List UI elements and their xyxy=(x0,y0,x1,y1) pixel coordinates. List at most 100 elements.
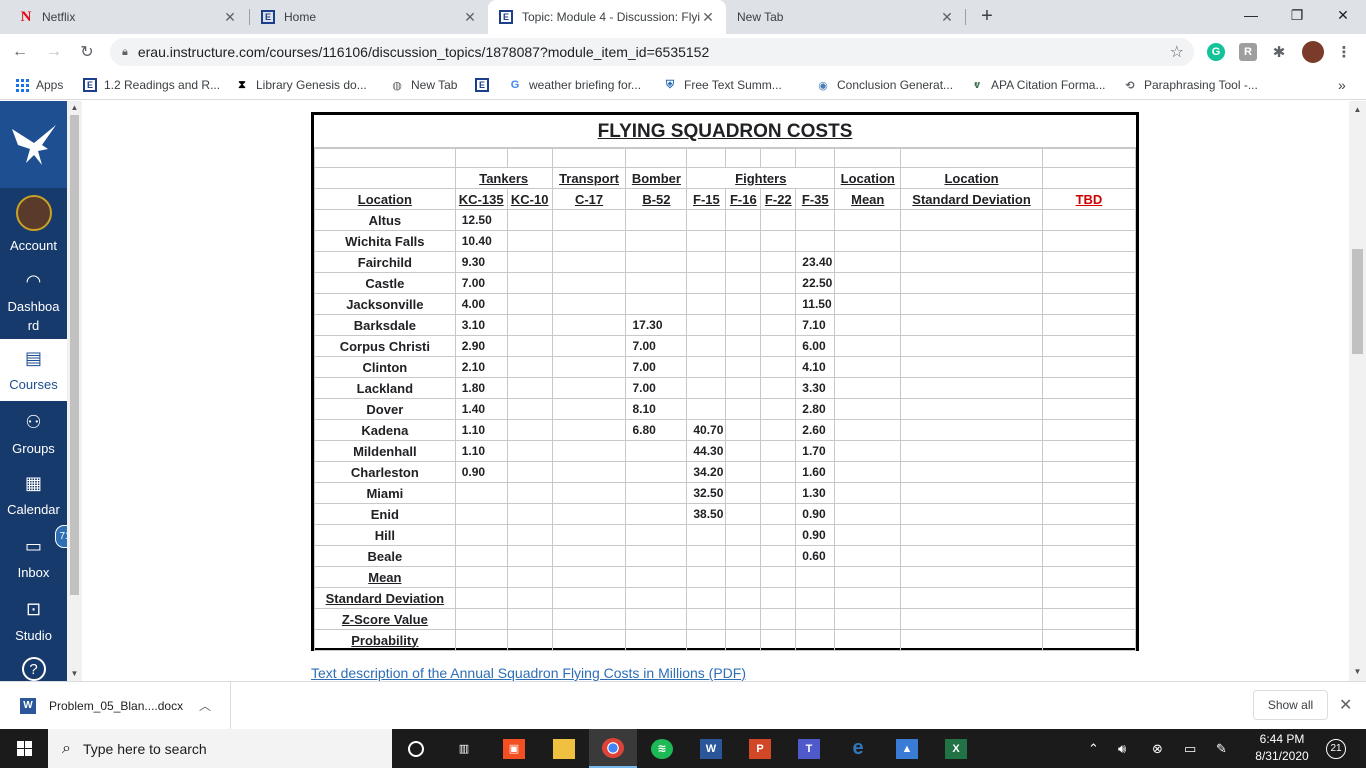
cost-cell-f16 xyxy=(725,503,762,525)
nav-scrollbar[interactable]: ▲ ▼ xyxy=(67,101,82,681)
new-tab-button[interactable]: + xyxy=(977,6,997,26)
close-icon[interactable]: ✕ xyxy=(462,9,478,26)
bookmark-apa[interactable]: ⱴ APA Citation Forma... xyxy=(969,76,1106,94)
nav-inbox[interactable]: ▭71 Inbox xyxy=(0,525,67,589)
window-close-button[interactable]: ✕ xyxy=(1320,0,1366,30)
table-row: Miami 32.50 1.30 xyxy=(314,482,1137,504)
profile-avatar[interactable] xyxy=(1302,41,1324,63)
taskbar-search[interactable]: ⌕ Type here to search xyxy=(48,729,392,768)
close-icon[interactable]: ✕ xyxy=(222,9,238,26)
dashboard-icon: ◠ xyxy=(25,270,42,291)
bookmark-label: APA Citation Forma... xyxy=(991,78,1106,92)
nav-account[interactable]: Account xyxy=(0,194,67,260)
close-icon[interactable]: ✕ xyxy=(939,9,955,26)
network-icon[interactable]: ⊗ xyxy=(1152,729,1163,768)
restore-button[interactable]: ❐ xyxy=(1274,0,1320,30)
tab-home[interactable]: E Home ✕ xyxy=(250,0,488,34)
scrollbar-thumb[interactable] xyxy=(1352,249,1363,354)
puzzle-icon[interactable]: ✱ xyxy=(1270,43,1288,61)
nav-dashboard[interactable]: ◠ Dashboa rd xyxy=(0,269,67,335)
extension-icon[interactable]: R xyxy=(1239,43,1257,61)
empty-cell xyxy=(1041,566,1137,588)
teams-app[interactable]: T xyxy=(785,729,833,768)
location-cell: Dover xyxy=(314,398,456,420)
word-app[interactable]: W xyxy=(687,729,735,768)
notification-center-button[interactable]: 21 xyxy=(1326,729,1346,768)
bookmark-summarizer[interactable]: ⛨ Free Text Summ... xyxy=(662,76,782,94)
canvas-e-icon: E xyxy=(82,77,98,93)
store-app[interactable]: ▣ xyxy=(490,729,538,768)
reload-button[interactable]: ↻ xyxy=(75,40,99,64)
chrome-app[interactable] xyxy=(589,729,637,768)
show-hidden-icons-button[interactable]: ⌃ xyxy=(1088,729,1099,768)
bookmark-new-tab[interactable]: ◍ New Tab xyxy=(389,76,457,94)
bookmark-conclusion[interactable]: ◉ Conclusion Generat... xyxy=(815,76,953,94)
close-icon[interactable]: ✕ xyxy=(1339,695,1352,715)
chevron-up-icon[interactable]: ︿ xyxy=(199,697,211,714)
close-icon[interactable]: ✕ xyxy=(700,9,716,26)
powerpoint-app[interactable]: P xyxy=(736,729,784,768)
task-view-button[interactable]: ▥ xyxy=(440,729,488,768)
empty-cell xyxy=(900,524,1043,546)
spotify-app[interactable]: ≋ xyxy=(638,729,686,768)
photos-app[interactable]: ▲ xyxy=(883,729,931,768)
tab-netflix[interactable]: N Netflix ✕ xyxy=(8,0,248,34)
tab-title: Topic: Module 4 - Discussion: Flyi xyxy=(522,10,700,24)
more-bookmarks-button[interactable]: » xyxy=(1338,76,1346,94)
eagle-logo-icon[interactable] xyxy=(0,101,67,188)
cost-cell-f35: 1.30 xyxy=(795,482,836,504)
bookmark-apps[interactable]: Apps xyxy=(14,76,63,94)
pdf-description-link[interactable]: Text description of the Annual Squadron … xyxy=(311,665,746,681)
cortana-button[interactable] xyxy=(392,729,440,768)
cost-cell-f22 xyxy=(760,230,797,252)
nav-groups[interactable]: ⚇ Groups xyxy=(0,409,67,465)
bookmark-canvas[interactable]: E xyxy=(474,76,496,94)
empty-cell xyxy=(760,566,797,588)
start-button[interactable] xyxy=(0,729,48,768)
excel-app[interactable]: X xyxy=(932,729,980,768)
scroll-up-arrow-icon[interactable]: ▲ xyxy=(67,101,82,115)
bookmark-paraphrasing[interactable]: ⟲ Paraphrasing Tool -... xyxy=(1122,76,1257,94)
bookmark-libgen[interactable]: ⧗ Library Genesis do... xyxy=(234,76,367,94)
tab-discussion[interactable]: E Topic: Module 4 - Discussion: Flyi ✕ xyxy=(488,0,726,34)
nav-calendar[interactable]: ▦ Calendar xyxy=(0,470,67,526)
menu-icon[interactable]: ⋮ xyxy=(1335,43,1353,61)
lock-icon[interactable]: 🔒︎ xyxy=(122,46,128,59)
battery-icon[interactable]: ▭ xyxy=(1184,729,1196,768)
col-header-mean: Mean xyxy=(834,188,902,210)
file-explorer-app[interactable] xyxy=(540,729,588,768)
address-bar[interactable]: 🔒︎ erau.instructure.com/courses/116106/d… xyxy=(110,38,1194,66)
forward-button[interactable]: → xyxy=(42,40,66,64)
group-header-tankers: Tankers xyxy=(454,167,553,189)
netflix-icon: N xyxy=(20,8,32,25)
cost-cell-f22 xyxy=(760,209,797,231)
cost-cell-kc10 xyxy=(506,209,553,231)
system-clock[interactable]: 6:44 PM 8/31/2020 xyxy=(1244,731,1320,765)
nav-courses[interactable]: ▤ Courses xyxy=(0,339,67,401)
nav-help[interactable]: ? xyxy=(0,657,67,681)
bookmark-star-icon[interactable]: ☆ xyxy=(1170,42,1184,62)
cost-cell-f16 xyxy=(725,209,762,231)
nav-studio[interactable]: ⊡ Studio xyxy=(0,596,67,652)
scrollbar-thumb[interactable] xyxy=(70,115,79,595)
bookmark-readings[interactable]: E 1.2 Readings and R... xyxy=(82,76,220,94)
download-item[interactable]: W Problem_05_Blan....docx ︿ xyxy=(0,682,231,729)
pen-icon[interactable]: ✎ xyxy=(1216,729,1227,768)
empty-cell xyxy=(900,377,1043,399)
minimize-button[interactable]: — xyxy=(1228,0,1274,30)
tab-new-tab[interactable]: New Tab ✕ xyxy=(727,0,965,34)
volume-icon[interactable]: 🔊︎ xyxy=(1118,729,1126,768)
bookmark-weather[interactable]: G weather briefing for... xyxy=(507,76,641,94)
show-all-button[interactable]: Show all xyxy=(1253,690,1328,720)
grammarly-icon[interactable]: G xyxy=(1207,43,1225,61)
empty-cell xyxy=(551,566,627,588)
back-button[interactable]: ← xyxy=(8,40,32,64)
scroll-up-arrow-icon[interactable]: ▲ xyxy=(1349,103,1366,117)
edge-app[interactable]: e xyxy=(834,729,882,768)
scroll-down-arrow-icon[interactable]: ▼ xyxy=(1349,665,1366,679)
page-scrollbar[interactable]: ▲ ▼ xyxy=(1349,101,1366,681)
tab-divider xyxy=(965,9,966,25)
scroll-down-arrow-icon[interactable]: ▼ xyxy=(67,667,82,681)
empty-cell xyxy=(1041,461,1137,483)
summary-row: Standard Deviation xyxy=(314,587,1137,609)
